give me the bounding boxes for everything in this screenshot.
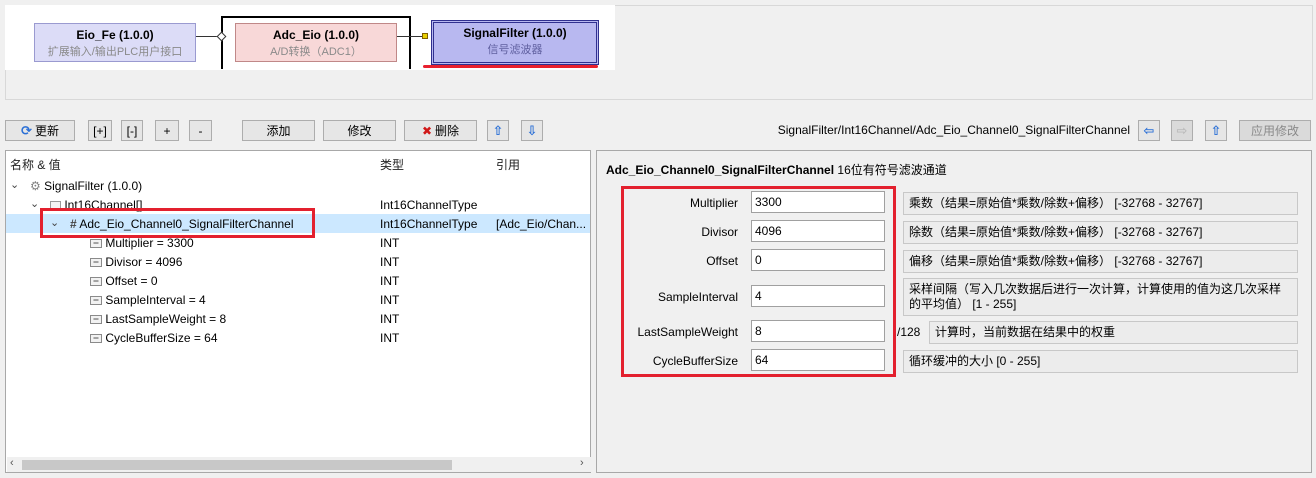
scrollbar-thumb[interactable] (22, 460, 452, 470)
scroll-right-icon[interactable]: › (580, 457, 584, 469)
value-icon: ═ (90, 258, 102, 268)
tree-row[interactable]: ═ SampleInterval = 4 INT (6, 290, 590, 309)
arrow-up-icon: ⇧ (1210, 122, 1222, 138)
tree-item-label: CycleBufferSize = 64 (105, 331, 218, 345)
gear-icon: ⚙ (30, 179, 41, 193)
param-desc: 除数（结果=原始值*乘数/除数+偏移） [-32768 - 32767] (903, 221, 1298, 244)
tree-item-label: SignalFilter (1.0.0) (44, 179, 143, 193)
refresh-label: 更新 (34, 124, 59, 138)
detail-title-desc: 16位有符号滤波通道 (837, 163, 947, 177)
tree-item-label: LastSampleWeight = 8 (105, 312, 227, 326)
forward-button[interactable]: ⇨ (1171, 120, 1193, 141)
tree-item-type: INT (380, 331, 400, 345)
module-adc-eio[interactable]: Adc_Eio (1.0.0) A/D转换（ADC1） (235, 23, 397, 62)
tree-row[interactable]: ═ Offset = 0 INT (6, 271, 590, 290)
module-canvas: Eio_Fe (1.0.0) 扩展输入/输出PLC用户接口 Adc_Eio (1… (5, 5, 615, 70)
value-icon: ═ (90, 315, 102, 325)
move-up-button[interactable]: ⇧ (487, 120, 509, 141)
column-header-ref[interactable]: 引用 (496, 156, 520, 173)
tree-panel: 名称 & 值 类型 引用 ⌄ ⚙ SignalFilter (1.0.0) ⌄ … (5, 150, 591, 473)
refresh-button[interactable]: ⟳ 更新 (5, 120, 75, 141)
param-desc: 采样间隔（写入几次数据后进行一次计算，计算使用的值为这几次采样的平均值） [1 … (903, 278, 1298, 316)
connector-line (397, 36, 425, 37)
module-desc: 扩展输入/输出PLC用户接口 (47, 46, 183, 58)
weight-suffix: /128 (897, 325, 921, 339)
module-eio-fe[interactable]: Eio_Fe (1.0.0) 扩展输入/输出PLC用户接口 (34, 23, 196, 62)
tree-item-type: INT (380, 293, 400, 307)
tree-item-type: Int16ChannelType (380, 217, 478, 231)
tree-row[interactable]: ═ LastSampleWeight = 8 INT (6, 309, 590, 328)
param-desc: 循环缓冲的大小 [0 - 255] (903, 350, 1298, 373)
collapse-button[interactable]: - (189, 120, 212, 141)
highlight-box (621, 186, 896, 377)
parent-button[interactable]: ⇧ (1205, 120, 1227, 141)
tree-item-type: Int16ChannelType (380, 198, 478, 212)
column-header-name[interactable]: 名称 & 值 (10, 156, 61, 173)
value-icon: ═ (90, 239, 102, 249)
module-signalfilter[interactable]: SignalFilter (1.0.0) 信号滤波器 (431, 20, 599, 65)
detail-title-name: Adc_Eio_Channel0_SignalFilterChannel (606, 163, 835, 177)
param-desc: 计算时，当前数据在结果中的权重 (929, 321, 1298, 344)
tree-row[interactable]: ═ Divisor = 4096 INT (6, 252, 590, 271)
connector-square (422, 33, 428, 39)
delete-label: 删除 (435, 124, 460, 138)
param-desc: 乘数（结果=原始值*乘数/除数+偏移） [-32768 - 32767] (903, 192, 1298, 215)
arrow-left-icon: ⇦ (1143, 122, 1155, 138)
delete-x-icon: ✖ (421, 123, 433, 138)
tree-item-label: Divisor = 4096 (105, 255, 183, 269)
tree-row[interactable]: ⌄ ⚙ SignalFilter (1.0.0) (6, 176, 590, 195)
tree-item-label: Multiplier = 3300 (105, 236, 194, 250)
tree-item-type: INT (380, 255, 400, 269)
highlight-box (40, 208, 315, 238)
collapse-all-button[interactable]: [-] (121, 120, 143, 141)
tree-item-type: INT (380, 236, 400, 250)
tree-item-ref: [Adc_Eio/Chan... (496, 217, 587, 231)
param-desc: 偏移（结果=原始值*乘数/除数+偏移） [-32768 - 32767] (903, 250, 1298, 273)
arrow-up-icon: ⇧ (492, 122, 504, 138)
back-button[interactable]: ⇦ (1138, 120, 1160, 141)
expand-all-button[interactable]: [+] (88, 120, 112, 141)
arrow-down-icon: ⇩ (526, 122, 538, 138)
highlight-underline (423, 65, 598, 68)
add-button[interactable]: 添加 (242, 120, 315, 141)
modify-button[interactable]: 修改 (323, 120, 396, 141)
column-header-type[interactable]: 类型 (380, 156, 404, 173)
refresh-icon: ⟳ (21, 122, 32, 138)
module-name: Eio_Fe (1.0.0) (76, 28, 154, 42)
chevron-down-icon[interactable]: ⌄ (10, 178, 19, 191)
scroll-left-icon[interactable]: ‹ (10, 457, 14, 469)
tree-item-label: Offset = 0 (105, 274, 158, 288)
detail-title: Adc_Eio_Channel0_SignalFilterChannel 16位… (606, 161, 947, 178)
module-desc: 信号滤波器 (487, 44, 543, 56)
module-name: SignalFilter (1.0.0) (463, 26, 567, 40)
module-name: Adc_Eio (1.0.0) (272, 28, 360, 42)
delete-button[interactable]: ✖ 删除 (404, 120, 477, 141)
current-path: SignalFilter/Int16Channel/Adc_Eio_Channe… (777, 123, 1130, 137)
expand-button[interactable]: + (155, 120, 179, 141)
apply-button[interactable]: 应用修改 (1239, 120, 1311, 141)
value-icon: ═ (90, 334, 102, 344)
tree-item-type: INT (380, 274, 400, 288)
tree-item-label: SampleInterval = 4 (105, 293, 206, 307)
move-down-button[interactable]: ⇩ (521, 120, 543, 141)
tree-item-type: INT (380, 312, 400, 326)
arrow-right-icon: ⇨ (1176, 122, 1188, 138)
chevron-down-icon[interactable]: ⌄ (30, 197, 39, 210)
tree-row[interactable]: ═ CycleBufferSize = 64 INT (6, 328, 590, 347)
module-desc: A/D转换（ADC1） (270, 46, 362, 58)
value-icon: ═ (90, 277, 102, 287)
value-icon: ═ (90, 296, 102, 306)
